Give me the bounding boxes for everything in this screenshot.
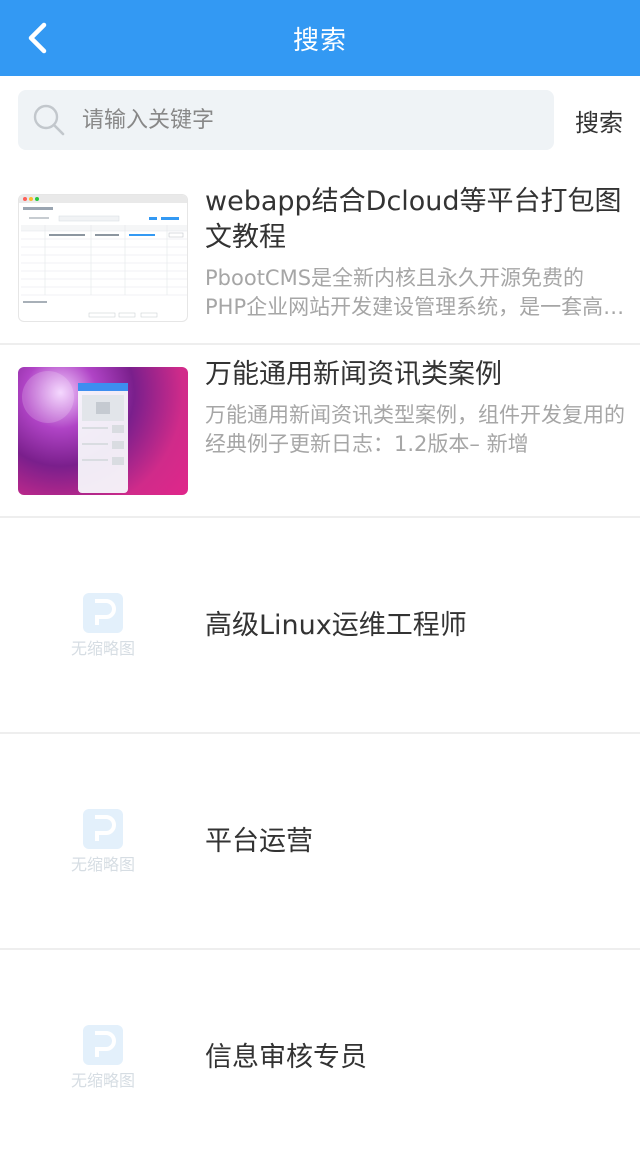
item-text: 信息审核专员: [205, 950, 625, 1166]
list-item[interactable]: 无缩略图 信息审核专员: [0, 950, 640, 1166]
chevron-left-icon: [28, 22, 47, 54]
back-button[interactable]: [14, 14, 62, 62]
app-header: 搜索: [0, 0, 640, 76]
item-text: 高级Linux运维工程师: [205, 518, 625, 734]
item-text: 万能通用新闻资讯类案例 万能通用新闻资讯类型案例，组件开发复用的经典例子更新日志…: [205, 357, 625, 459]
p-logo-icon: [83, 593, 123, 633]
item-title: 万能通用新闻资讯类案例: [205, 359, 502, 390]
no-thumbnail-placeholder: 无缩略图: [18, 994, 188, 1122]
list-item[interactable]: 无缩略图 平台运营: [0, 734, 640, 950]
item-text: 平台运营: [205, 734, 625, 950]
placeholder-label: 无缩略图: [70, 639, 135, 658]
no-thumbnail-placeholder: 无缩略图: [18, 562, 188, 690]
list-item[interactable]: webapp结合Dcloud等平台打包图文教程 PbootCMS是全新内核且永久…: [0, 172, 640, 345]
thumbnail-image: [18, 367, 188, 495]
search-icon: [33, 104, 65, 136]
item-description: 万能通用新闻资讯类型案例，组件开发复用的经典例子更新日志：1.2版本– 新增: [205, 403, 625, 456]
placeholder-label: 无缩略图: [70, 1071, 135, 1090]
result-list: webapp结合Dcloud等平台打包图文教程 PbootCMS是全新内核且永久…: [0, 172, 640, 1166]
page-title: 搜索: [292, 25, 347, 56]
item-title: 平台运营: [205, 826, 313, 857]
placeholder-label: 无缩略图: [70, 855, 135, 874]
p-logo-icon: [83, 809, 123, 849]
item-description: PbootCMS是全新内核且永久开源免费的PHP企业网站开发建设管理系统，是一套…: [205, 266, 604, 319]
p-logo-icon: [83, 1025, 123, 1065]
search-button[interactable]: 搜索: [566, 90, 632, 150]
item-title: webapp结合Dcloud等平台打包图文教程: [205, 186, 622, 253]
item-title: 信息审核专员: [205, 1042, 367, 1073]
list-item[interactable]: 万能通用新闻资讯类案例 万能通用新闻资讯类型案例，组件开发复用的经典例子更新日志…: [0, 345, 640, 518]
no-thumbnail-placeholder: 无缩略图: [18, 778, 188, 906]
item-title: 高级Linux运维工程师: [205, 610, 467, 641]
thumbnail-image: [18, 194, 188, 322]
search-input[interactable]: [82, 90, 542, 150]
item-text: webapp结合Dcloud等平台打包图文教程 PbootCMS是全新内核且永久…: [205, 184, 625, 322]
search-bar: 搜索: [0, 76, 640, 164]
list-item[interactable]: 无缩略图 高级Linux运维工程师: [0, 518, 640, 734]
search-box[interactable]: [18, 90, 554, 150]
